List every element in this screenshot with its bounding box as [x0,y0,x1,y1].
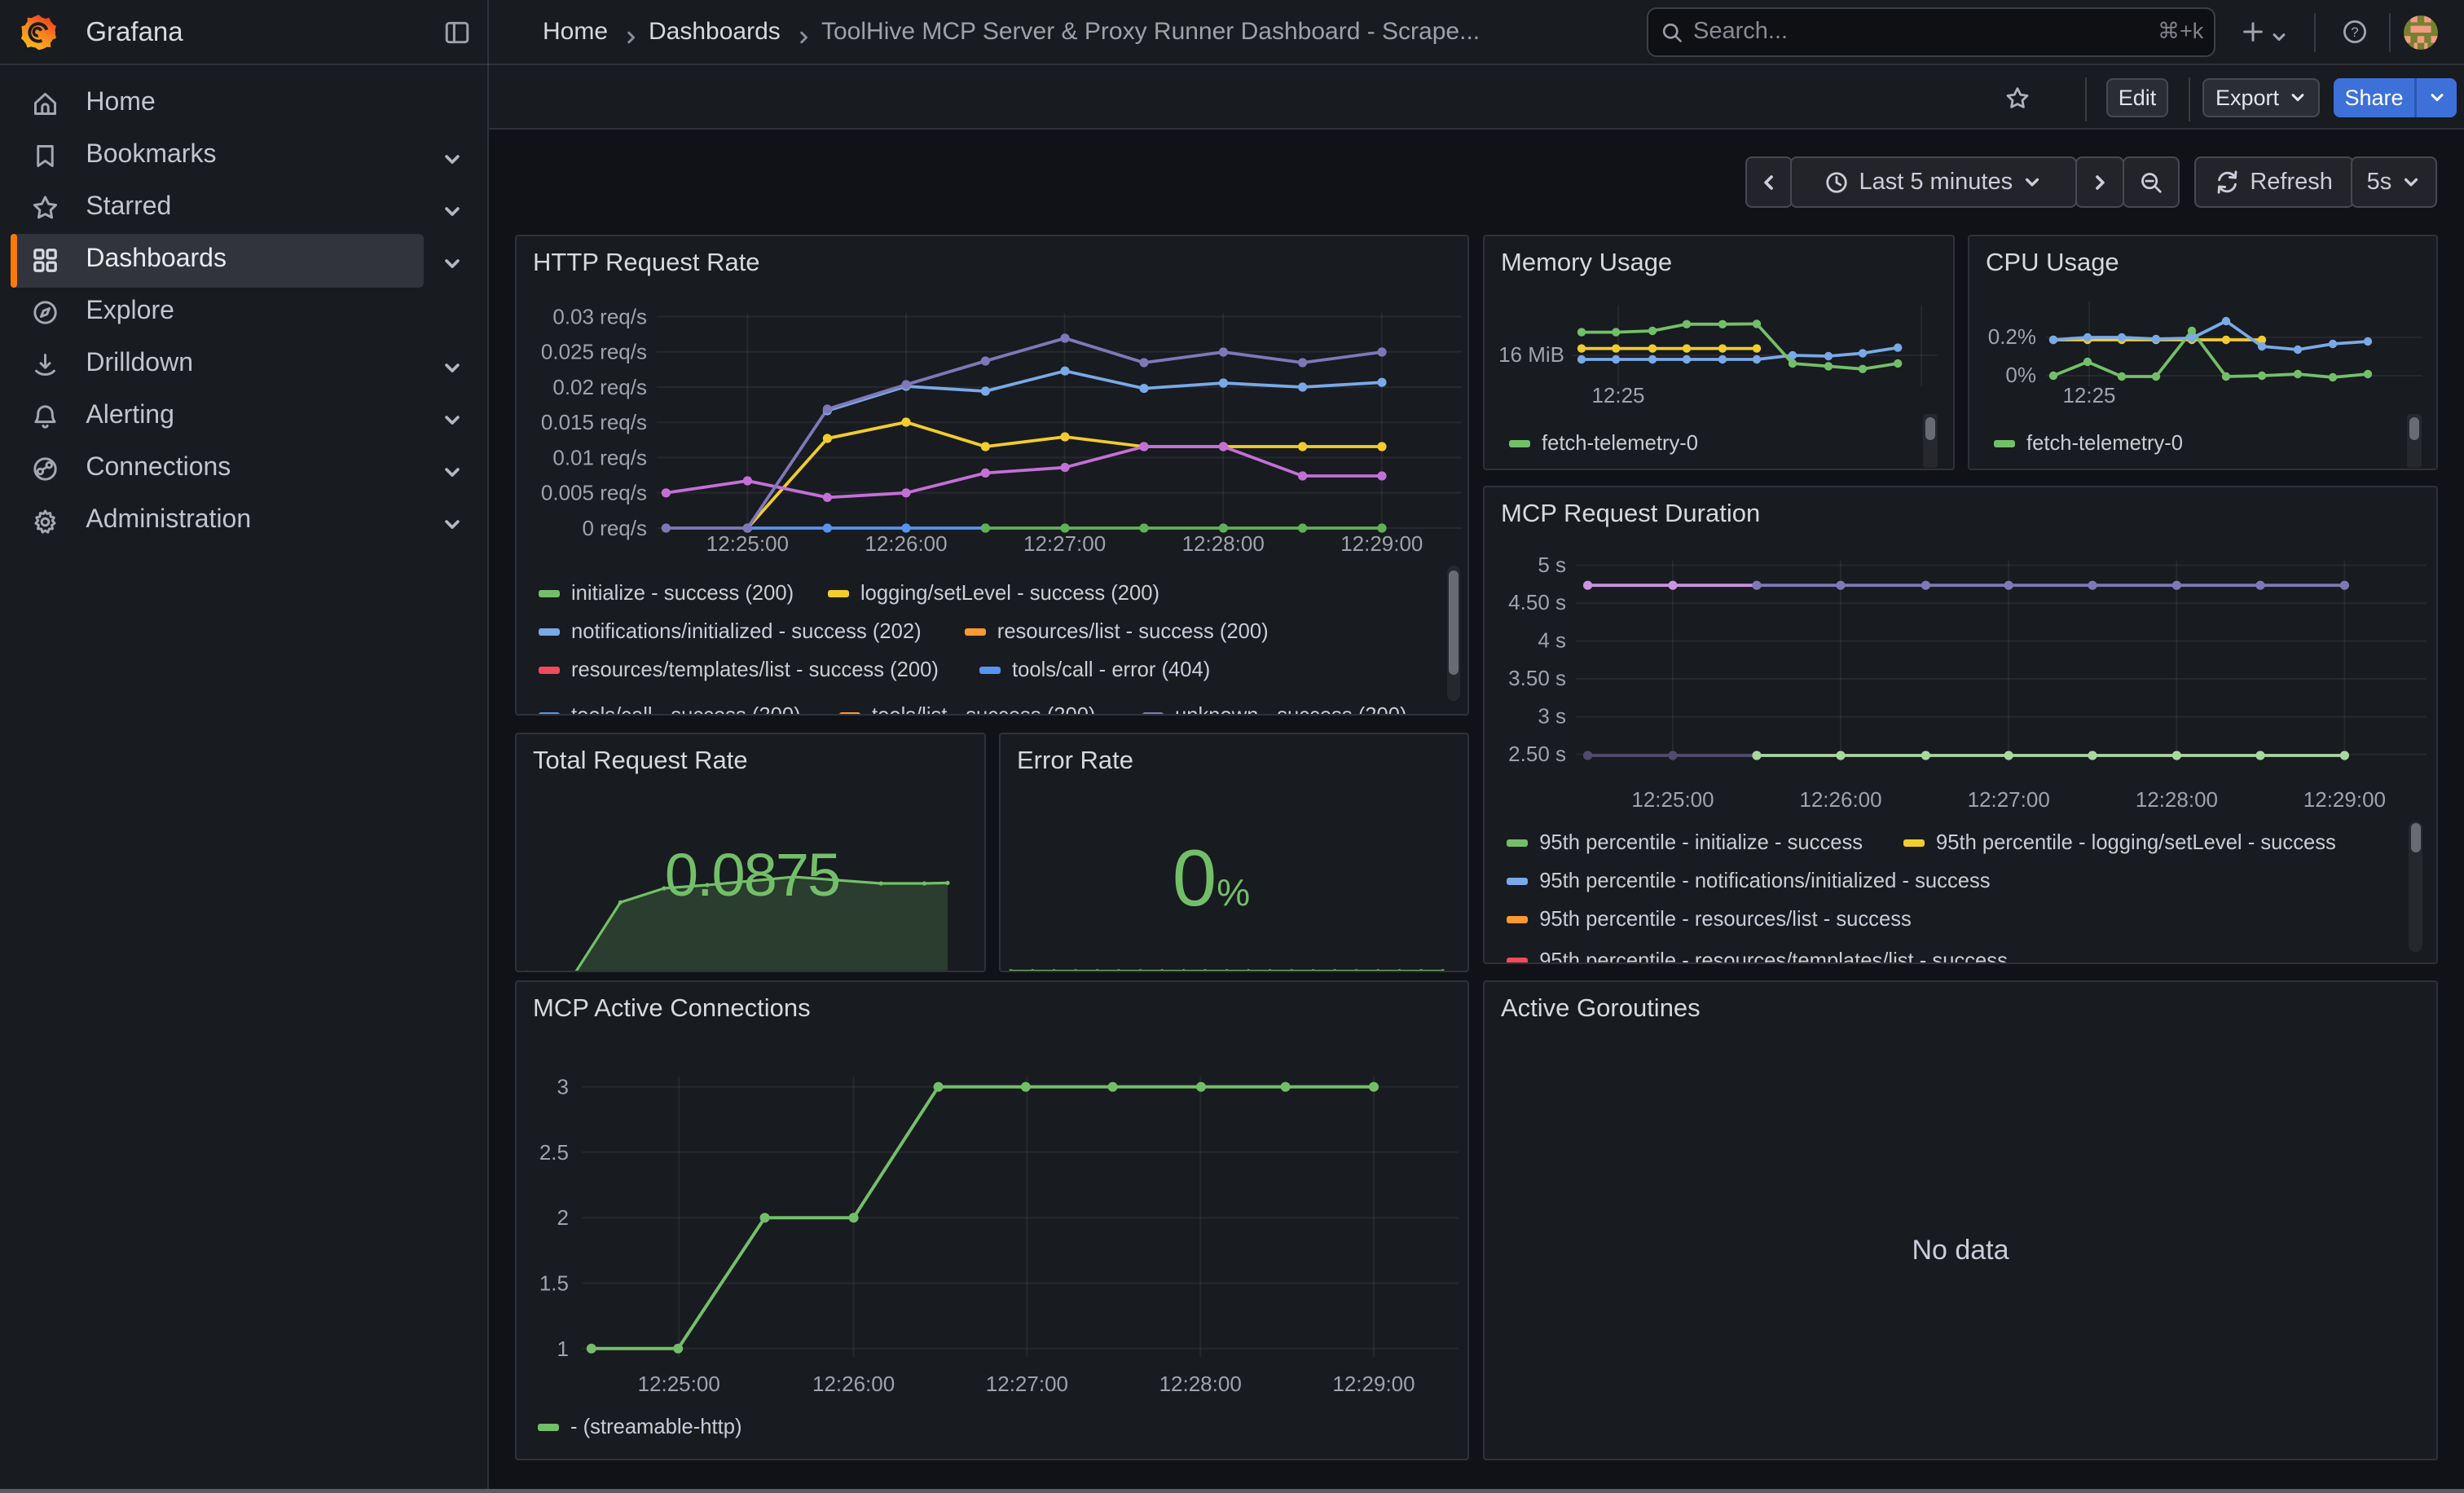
svg-text:3 s: 3 s [1538,703,1566,728]
svg-text:12:29:00: 12:29:00 [2303,787,2386,812]
svg-text:0.01 req/s: 0.01 req/s [552,445,647,469]
svg-text:12:27:00: 12:27:00 [1023,531,1106,556]
svg-text:0.03 req/s: 0.03 req/s [552,304,647,328]
svg-text:0.015 req/s: 0.015 req/s [541,410,647,434]
svg-text:0.2%: 0.2% [1988,324,2036,349]
svg-text:12:29:00: 12:29:00 [1332,1372,1415,1396]
svg-text:1.5: 1.5 [539,1271,569,1296]
svg-text:4.50 s: 4.50 s [1508,590,1566,614]
svg-text:12:27:00: 12:27:00 [1968,787,2050,812]
svg-text:2.50 s: 2.50 s [1508,742,1566,766]
svg-text:12:28:00: 12:28:00 [2136,787,2218,812]
svg-text:12:26:00: 12:26:00 [1799,787,1881,812]
svg-text:12:29:00: 12:29:00 [1340,531,1423,556]
svg-text:0.005 req/s: 0.005 req/s [541,481,647,505]
svg-text:12:27:00: 12:27:00 [986,1372,1068,1396]
svg-text:2: 2 [557,1205,569,1230]
svg-text:12:28:00: 12:28:00 [1182,531,1265,556]
svg-text:?: ? [2351,24,2358,40]
svg-text:0.02 req/s: 0.02 req/s [552,375,647,399]
svg-text:4 s: 4 s [1538,628,1566,653]
svg-text:12:25:00: 12:25:00 [1631,787,1714,812]
svg-text:12:25: 12:25 [1591,383,1644,407]
svg-text:1: 1 [557,1337,569,1361]
svg-text:12:26:00: 12:26:00 [865,531,947,556]
svg-text:12:25:00: 12:25:00 [706,531,789,556]
svg-text:12:25: 12:25 [2062,383,2115,407]
svg-text:12:25:00: 12:25:00 [638,1372,720,1396]
svg-text:3.50 s: 3.50 s [1508,666,1566,690]
svg-text:3: 3 [557,1075,569,1099]
svg-text:0%: 0% [2005,363,2036,387]
svg-text:5 s: 5 s [1538,553,1566,577]
svg-text:2.5: 2.5 [539,1140,569,1165]
svg-text:0 req/s: 0 req/s [583,516,648,540]
svg-text:12:28:00: 12:28:00 [1159,1372,1242,1396]
svg-text:0.025 req/s: 0.025 req/s [541,340,647,364]
svg-text:16 MiB: 16 MiB [1498,342,1564,367]
svg-text:12:26:00: 12:26:00 [812,1372,895,1396]
